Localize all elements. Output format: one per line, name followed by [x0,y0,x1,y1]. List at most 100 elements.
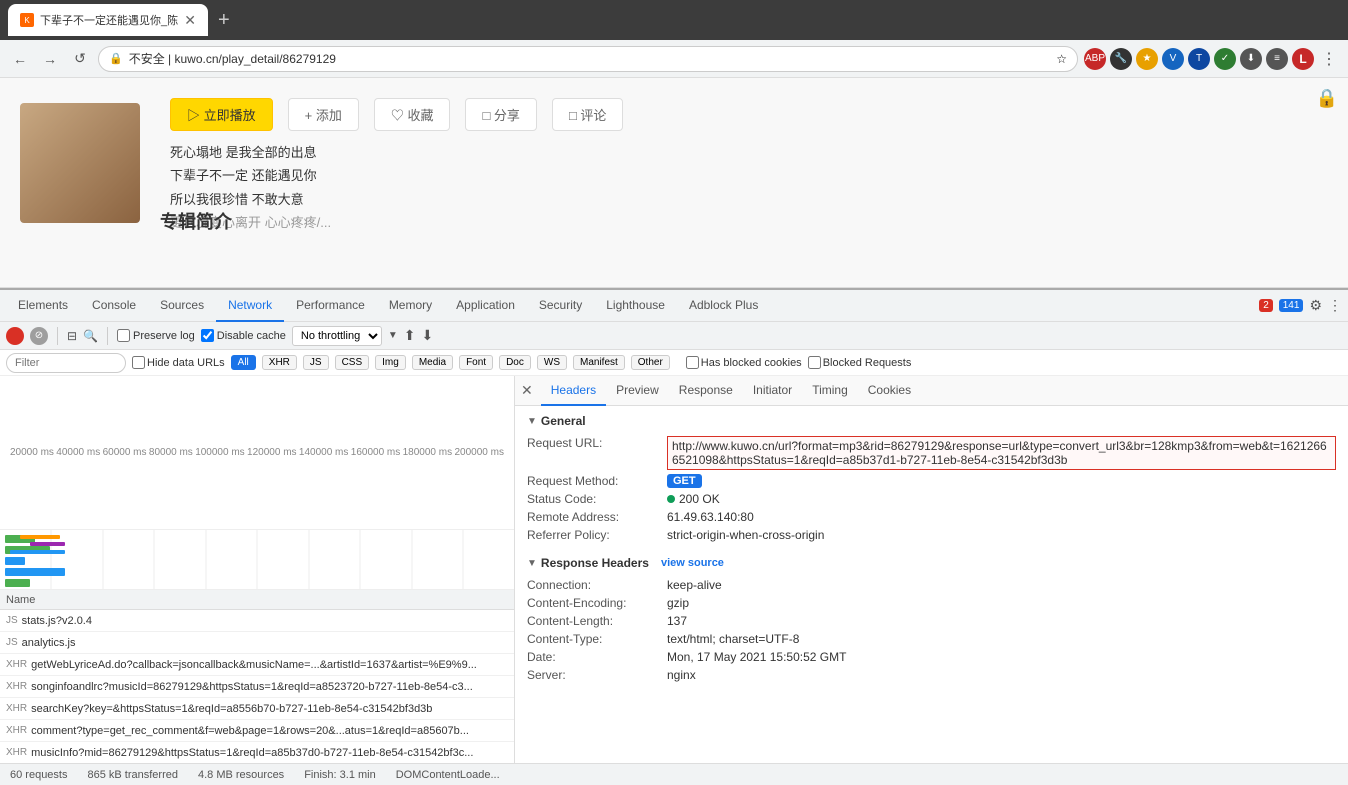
hide-data-urls-checkbox[interactable]: Hide data URLs [132,356,225,369]
filter-js-button[interactable]: JS [303,355,329,370]
network-row[interactable]: JS analytics.js [0,632,514,654]
tab-lighthouse[interactable]: Lighthouse [594,290,677,322]
filter-all-button[interactable]: All [231,355,256,370]
tab-close-button[interactable]: ✕ [184,12,196,29]
filter-xhr-button[interactable]: XHR [262,355,297,370]
extension-3[interactable]: ★ [1136,48,1158,70]
content-type-row: Content-Type: text/html; charset=UTF-8 [527,630,1336,648]
extension-2[interactable]: 🔧 [1110,48,1132,70]
detail-tab-preview[interactable]: Preview [606,376,669,406]
request-url-label: Request URL: [527,436,667,470]
add-button[interactable]: + 添加 [288,98,359,131]
preserve-log-input[interactable] [117,329,130,342]
new-tab-button[interactable]: + [218,9,230,32]
general-section: General Request URL: http://www.kuwo.cn/… [527,414,1336,544]
url-text: 不安全 | kuwo.cn/play_detail/86279129 [129,50,1051,67]
back-button[interactable]: ← [8,47,32,71]
hide-data-urls-input[interactable] [132,356,145,369]
tab-favicon: K [20,13,34,27]
has-blocked-cookies-input[interactable] [686,356,699,369]
record-button[interactable] [6,327,24,345]
filter-font-button[interactable]: Font [459,355,493,370]
tab-sources[interactable]: Sources [148,290,216,322]
filter-icon[interactable]: ⊟ [67,329,77,343]
user-avatar[interactable]: L [1292,48,1314,70]
reload-button[interactable]: ↺ [68,47,92,71]
extension-4[interactable]: V [1162,48,1184,70]
tab-elements[interactable]: Elements [6,290,80,322]
search-icon[interactable]: 🔍 [83,329,98,343]
detail-tab-cookies[interactable]: Cookies [858,376,921,406]
bookmark-icon[interactable]: ☆ [1056,52,1067,66]
disable-cache-input[interactable] [201,329,214,342]
album-thumbnail [20,103,140,223]
has-blocked-cookies-checkbox[interactable]: Has blocked cookies [686,356,802,369]
forward-button[interactable]: → [38,47,62,71]
extension-6[interactable]: ✓ [1214,48,1236,70]
clear-button[interactable]: ⊘ [30,327,48,345]
remote-address-value: 61.49.63.140:80 [667,510,1336,524]
collect-button[interactable]: ♡ 收藏 [374,98,451,131]
blocked-requests-checkbox[interactable]: Blocked Requests [808,356,912,369]
filter-media-button[interactable]: Media [412,355,453,370]
detail-tab-headers[interactable]: Headers [541,376,606,406]
tab-application[interactable]: Application [444,290,527,322]
network-row[interactable]: XHR getWebLyriceAd.do?callback=jsoncallb… [0,654,514,676]
network-row[interactable]: XHR musicInfo?mid=86279129&httpsStatus=1… [0,742,514,763]
status-bar: 60 requests 865 kB transferred 4.8 MB re… [0,763,1348,785]
content-length-row: Content-Length: 137 [527,612,1336,630]
detail-tab-initiator[interactable]: Initiator [743,376,802,406]
tab-performance[interactable]: Performance [284,290,377,322]
filter-img-button[interactable]: Img [375,355,406,370]
xhr-icon-4: XHR [6,725,27,736]
detail-panel: ✕ Headers Preview Response Initiator Tim… [515,376,1348,763]
filter-input[interactable] [6,353,126,373]
extensions-button[interactable]: ABP [1084,48,1106,70]
extension-7[interactable]: ⬇ [1240,48,1262,70]
disable-cache-checkbox[interactable]: Disable cache [201,329,286,342]
network-row[interactable]: XHR comment?type=get_rec_comment&f=web&p… [0,720,514,742]
content-encoding-value: gzip [667,596,1336,610]
play-button[interactable]: ▷ 立即播放 [170,98,273,131]
request-url-row: Request URL: http://www.kuwo.cn/url?form… [527,434,1336,472]
tab-title: 下辈子不一定还能遇见你_陈 [40,12,178,28]
response-headers-section-header[interactable]: Response Headers view source [527,556,1336,570]
tab-security[interactable]: Security [527,290,594,322]
tab-console[interactable]: Console [80,290,148,322]
browser-tab[interactable]: K 下辈子不一定还能遇见你_陈 ✕ [8,4,208,36]
filter-doc-button[interactable]: Doc [499,355,531,370]
remote-address-row: Remote Address: 61.49.63.140:80 [527,508,1336,526]
more-options-icon[interactable]: ⋮ [1328,297,1342,314]
filter-manifest-button[interactable]: Manifest [573,355,625,370]
share-button[interactable]: □ 分享 [465,98,536,131]
throttle-select[interactable]: No throttling [292,326,382,346]
js-icon: JS [6,615,18,626]
filter-ws-button[interactable]: WS [537,355,567,370]
detail-tab-response[interactable]: Response [669,376,743,406]
address-bar[interactable]: 🔒 不安全 | kuwo.cn/play_detail/86279129 ☆ [98,46,1078,72]
request-url-value: http://www.kuwo.cn/url?format=mp3&rid=86… [667,436,1336,470]
tab-memory[interactable]: Memory [377,290,444,322]
tab-adblock[interactable]: Adblock Plus [677,290,770,322]
preserve-log-checkbox[interactable]: Preserve log [117,329,195,342]
filter-css-button[interactable]: CSS [335,355,370,370]
network-row[interactable]: XHR searchKey?key=&httpsStatus=1&reqId=a… [0,698,514,720]
resources-size: 4.8 MB resources [198,769,284,781]
general-section-header[interactable]: General [527,414,1336,428]
comment-button[interactable]: □ 评论 [552,98,623,131]
upload-icon[interactable]: ⬆ [404,327,416,344]
settings-icon[interactable]: ⚙ [1309,297,1322,314]
download-icon[interactable]: ⬇ [422,327,434,344]
menu-button[interactable]: ⋮ [1318,48,1340,70]
view-source-button[interactable]: view source [661,557,724,569]
action-buttons: ▷ 立即播放 + 添加 ♡ 收藏 □ 分享 □ 评论 [170,98,1318,131]
network-row[interactable]: JS stats.js?v2.0.4 [0,610,514,632]
blocked-requests-input[interactable] [808,356,821,369]
filter-other-button[interactable]: Other [631,355,670,370]
tab-network[interactable]: Network [216,290,284,322]
extension-8[interactable]: ≡ [1266,48,1288,70]
close-detail-button[interactable]: ✕ [521,382,533,399]
network-row[interactable]: XHR songinfoandlrc?musicId=86279129&http… [0,676,514,698]
detail-tab-timing[interactable]: Timing [802,376,858,406]
extension-5[interactable]: T [1188,48,1210,70]
